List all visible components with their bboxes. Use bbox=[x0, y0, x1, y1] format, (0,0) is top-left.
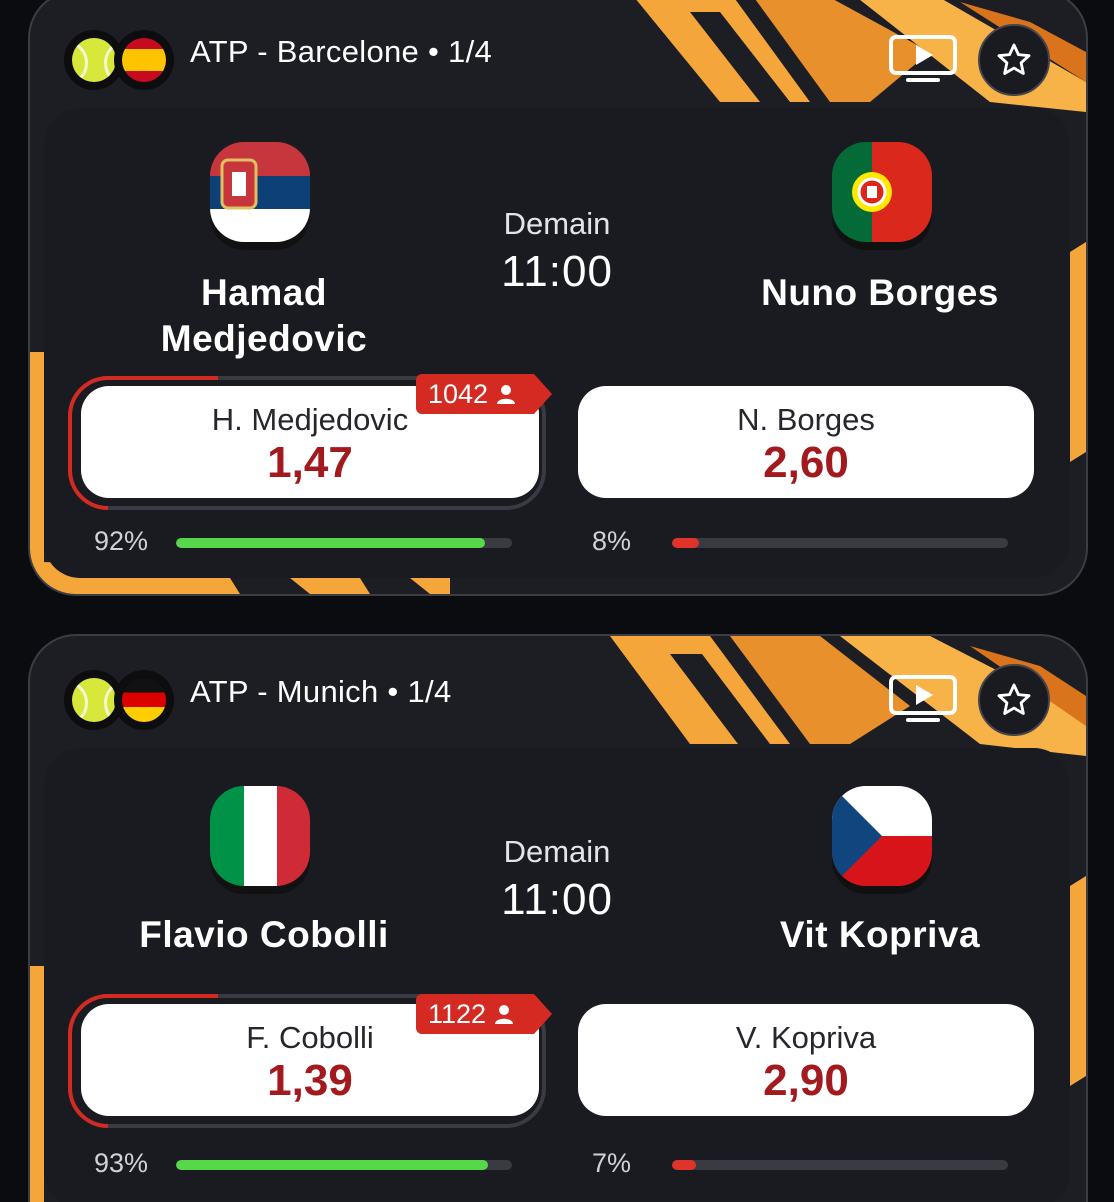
header-icons bbox=[64, 30, 184, 90]
italy-flag-icon bbox=[210, 786, 310, 896]
portugal-flag-icon bbox=[832, 142, 932, 252]
star-icon bbox=[997, 683, 1031, 715]
votes-count: 1042 bbox=[428, 378, 489, 409]
tournament-label[interactable]: ATP - Barcelone • 1/4 bbox=[190, 34, 492, 70]
star-icon bbox=[997, 43, 1031, 75]
player1-percent-fill bbox=[176, 538, 486, 548]
tv-icon[interactable] bbox=[888, 674, 958, 724]
match-hour: 11:00 bbox=[501, 247, 613, 296]
player2-percent-bar bbox=[672, 538, 1008, 548]
odd-player2-value: 2,90 bbox=[763, 1056, 849, 1105]
odd-button-player2[interactable]: V. Kopriva 2,90 bbox=[578, 1004, 1034, 1116]
tv-icon[interactable] bbox=[888, 34, 958, 84]
odd-player2-value: 2,60 bbox=[763, 438, 849, 487]
player2-name[interactable]: Nuno Borges bbox=[660, 270, 1086, 316]
player2-percent-fill bbox=[672, 538, 699, 548]
favorite-star-button[interactable] bbox=[978, 664, 1050, 736]
votes-badge: 1042 bbox=[416, 374, 552, 414]
match-body: Hamad Medjedovic Nuno Borges Demain 11:0… bbox=[44, 108, 1070, 578]
player1-percent: 92% bbox=[94, 526, 149, 556]
czech-flag-icon bbox=[832, 786, 932, 896]
player2-percent: 8% bbox=[592, 526, 632, 556]
odd-player2-name: V. Kopriva bbox=[735, 1020, 877, 1055]
player1-percent-fill bbox=[176, 1160, 489, 1170]
germany-flag-icon bbox=[114, 670, 174, 730]
match-card[interactable]: ATP - Munich • 1/4 Flavio Cobolli Vit Ko… bbox=[28, 634, 1088, 1202]
header-icons bbox=[64, 670, 184, 730]
player1-percent-bar bbox=[176, 1160, 512, 1170]
odd-player2-name: N. Borges bbox=[737, 402, 875, 437]
player2-name[interactable]: Vit Kopriva bbox=[660, 912, 1086, 958]
match-day: Demain bbox=[503, 834, 611, 869]
match-header: ATP - Munich • 1/4 bbox=[30, 650, 1086, 740]
match-header: ATP - Barcelone • 1/4 bbox=[30, 10, 1086, 100]
match-time: Demain 11:00 bbox=[457, 204, 657, 300]
odd-player1-value: 1,47 bbox=[267, 438, 353, 487]
serbia-flag-icon bbox=[210, 142, 310, 252]
player2-percent-bar bbox=[672, 1160, 1008, 1170]
player2-percent: 7% bbox=[592, 1148, 632, 1178]
match-time: Demain 11:00 bbox=[457, 832, 657, 928]
match-hour: 11:00 bbox=[501, 875, 613, 924]
match-day: Demain bbox=[503, 206, 611, 241]
favorite-star-button[interactable] bbox=[978, 24, 1050, 96]
player1-name[interactable]: Hamad Medjedovic bbox=[44, 270, 484, 362]
spain-flag-icon bbox=[114, 30, 174, 90]
user-icon bbox=[495, 1005, 514, 1024]
odd-button-player2[interactable]: N. Borges 2,60 bbox=[578, 386, 1034, 498]
match-card[interactable]: ATP - Barcelone • 1/4 Hamad Medjedovic N… bbox=[28, 0, 1088, 596]
player2-percent-fill bbox=[672, 1160, 696, 1170]
player1-percent: 93% bbox=[94, 1148, 149, 1178]
player1-name[interactable]: Flavio Cobolli bbox=[44, 912, 484, 958]
votes-count: 1122 bbox=[428, 998, 487, 1029]
tournament-label[interactable]: ATP - Munich • 1/4 bbox=[190, 674, 451, 710]
player1-percent-bar bbox=[176, 538, 512, 548]
user-icon bbox=[497, 385, 516, 404]
match-body: Flavio Cobolli Vit Kopriva Demain 11:00 … bbox=[44, 748, 1070, 1202]
votes-badge: 1122 bbox=[416, 994, 552, 1034]
odd-player1-value: 1,39 bbox=[267, 1056, 353, 1105]
